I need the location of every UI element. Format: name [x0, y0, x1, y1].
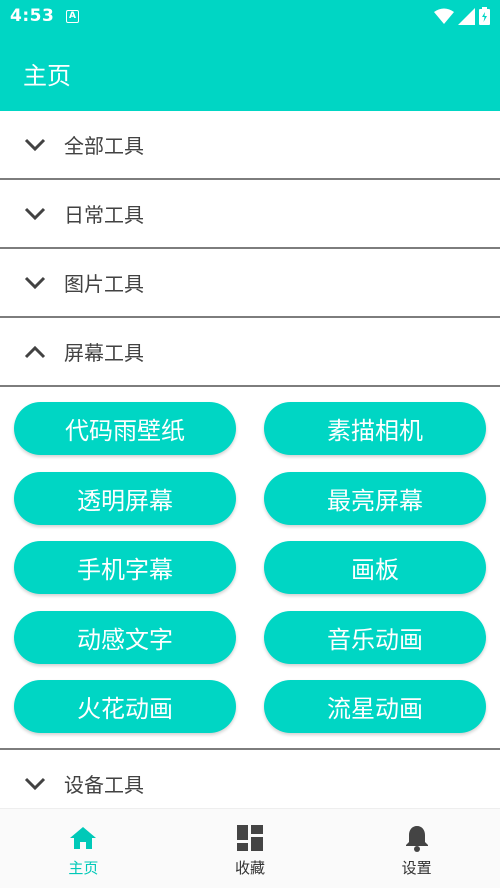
status-time: 4:53	[10, 6, 55, 26]
nav-home-label: 主页	[68, 859, 99, 877]
nav-settings[interactable]: 设置	[333, 809, 500, 888]
app-bar: 主页	[0, 34, 500, 111]
section-all-tools[interactable]: 全部工具	[0, 111, 500, 180]
tool-sketch-camera-button[interactable]: 素描相机	[264, 402, 486, 455]
tool-drawing-board-button[interactable]: 画板	[264, 541, 486, 595]
nav-settings-label: 设置	[401, 859, 432, 877]
section-label: 图片工具	[64, 272, 144, 296]
section-label: 全部工具	[64, 134, 144, 158]
nav-home[interactable]: 主页	[0, 809, 167, 888]
section-label: 设备工具	[64, 773, 144, 797]
bottom-navigation: 主页 收藏 设置	[0, 808, 500, 888]
chevron-down-icon	[22, 774, 48, 794]
dashboard-icon	[235, 823, 265, 853]
tool-phone-subtitle-button[interactable]: 手机字幕	[14, 541, 236, 595]
tool-meteor-animation-button[interactable]: 流星动画	[264, 680, 486, 734]
tool-transparent-screen-button[interactable]: 透明屏幕	[14, 471, 236, 525]
battery-icon	[479, 7, 490, 25]
nav-favorites-label: 收藏	[235, 859, 266, 877]
chevron-down-icon	[22, 273, 48, 293]
tool-list[interactable]: 全部工具 日常工具 图片工具 屏幕工具 代码雨壁纸 素描相机 透明屏幕 最亮屏幕…	[0, 111, 500, 808]
section-label: 日常工具	[64, 203, 144, 227]
nav-favorites[interactable]: 收藏	[167, 809, 334, 888]
section-daily-tools[interactable]: 日常工具	[0, 180, 500, 249]
status-icons	[434, 7, 490, 25]
chevron-up-icon	[22, 342, 48, 362]
tool-music-animation-button[interactable]: 音乐动画	[264, 610, 486, 664]
section-device-tools[interactable]: 设备工具	[0, 750, 500, 808]
wifi-icon	[434, 8, 454, 24]
notification-a-icon: A	[66, 10, 79, 23]
tool-code-rain-wallpaper-button[interactable]: 代码雨壁纸	[14, 402, 236, 455]
tool-dynamic-text-button[interactable]: 动感文字	[14, 610, 236, 664]
page-title: 主页	[23, 62, 71, 90]
tool-spark-animation-button[interactable]: 火花动画	[14, 680, 236, 734]
section-screen-tools[interactable]: 屏幕工具	[0, 318, 500, 387]
section-label: 屏幕工具	[64, 341, 144, 365]
signal-icon	[458, 7, 475, 25]
bell-icon	[402, 823, 432, 853]
section-image-tools[interactable]: 图片工具	[0, 249, 500, 318]
chevron-down-icon	[22, 135, 48, 155]
screen-tools-grid: 代码雨壁纸 素描相机 透明屏幕 最亮屏幕 手机字幕 画板 动感文字 音乐动画 火…	[0, 387, 500, 750]
chevron-down-icon	[22, 204, 48, 224]
status-bar: 4:53 A	[0, 0, 500, 34]
tool-brightest-screen-button[interactable]: 最亮屏幕	[264, 471, 486, 525]
home-icon	[68, 823, 98, 853]
